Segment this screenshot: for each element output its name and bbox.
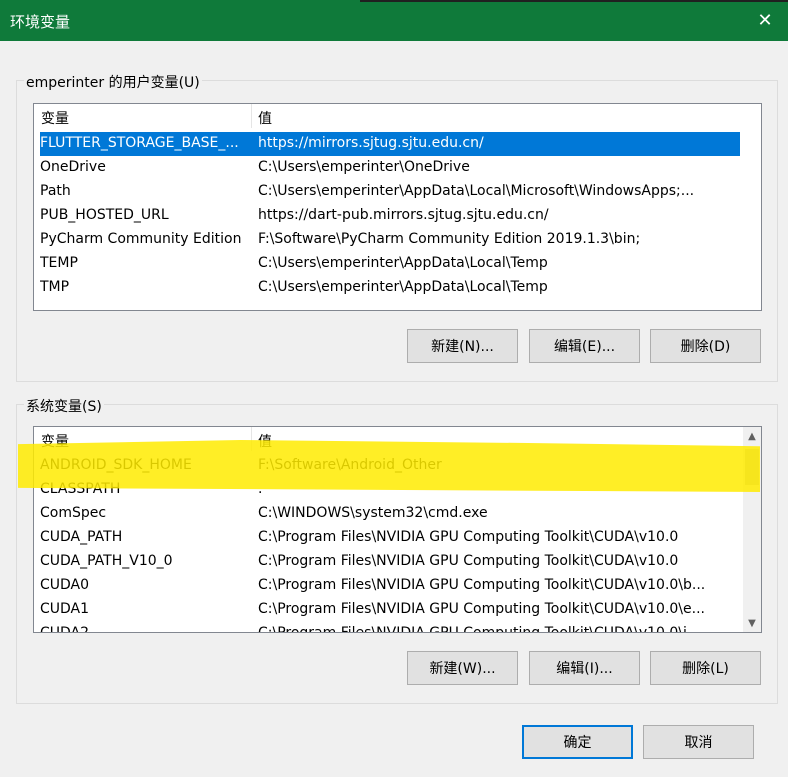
var-value: . [258,481,263,497]
var-value: C:\Program Files\NVIDIA GPU Computing To… [258,601,705,617]
var-value: C:\Program Files\NVIDIA GPU Computing To… [258,577,706,593]
var-value: C:\Program Files\NVIDIA GPU Computing To… [258,625,701,633]
var-name: OneDrive [40,159,106,175]
system-delete-button[interactable]: 删除(L) [650,651,761,685]
var-name: FLUTTER_STORAGE_BASE_... [40,135,239,151]
title-bar: 环境变量 ✕ [0,0,788,41]
user-vars-header: 变量 值 [34,104,761,128]
system-vars-list[interactable]: 变量 值 ANDROID_SDK_HOME F:\Software\Androi… [33,426,762,633]
var-value: F:\Software\Android_Other [258,457,442,473]
system-vars-scrollbar[interactable]: ▲ ▼ [743,427,761,632]
table-row[interactable]: ANDROID_SDK_HOME F:\Software\Android_Oth… [40,454,740,478]
var-name: Path [40,183,71,199]
var-name: TMP [40,279,70,295]
table-row[interactable]: CLASSPATH . [40,478,740,502]
column-separator[interactable] [251,427,252,451]
var-value: F:\Software\PyCharm Community Edition 20… [258,231,641,247]
var-value: C:\Program Files\NVIDIA GPU Computing To… [258,553,679,569]
var-value: https://mirrors.sjtug.sjtu.edu.cn/ [258,135,484,151]
var-value: C:\Program Files\NVIDIA GPU Computing To… [258,529,679,545]
var-name: PyCharm Community Edition [40,231,242,247]
var-value: C:\Users\emperinter\AppData\Local\Micros… [258,183,695,199]
user-delete-button[interactable]: 删除(D) [650,329,761,363]
column-separator[interactable] [251,104,252,128]
var-name: CUDA_PATH [40,529,123,545]
var-value: C:\Users\emperinter\AppData\Local\Temp [258,255,548,271]
table-row[interactable]: FLUTTER_STORAGE_BASE_... https://mirrors… [40,132,740,156]
var-name: CUDA2 [40,625,90,633]
scroll-up-icon[interactable]: ▲ [743,427,761,445]
table-row[interactable]: CUDA_PATH C:\Program Files\NVIDIA GPU Co… [40,526,740,550]
user-vars-list[interactable]: 变量 值 FLUTTER_STORAGE_BASE_... https://mi… [33,103,762,311]
cancel-button[interactable]: 取消 [643,725,754,759]
var-name: CLASSPATH [40,481,121,497]
column-header-name[interactable]: 变量 [41,108,69,128]
var-value: C:\Users\emperinter\OneDrive [258,159,470,175]
var-value: C:\Users\emperinter\AppData\Local\Temp [258,279,548,295]
user-vars-label: emperinter 的用户变量(U) [24,72,202,92]
table-row[interactable]: ComSpec C:\WINDOWS\system32\cmd.exe [40,502,740,526]
table-row[interactable]: CUDA1 C:\Program Files\NVIDIA GPU Comput… [40,598,740,622]
column-header-value[interactable]: 值 [258,108,272,128]
system-new-button[interactable]: 新建(W)... [407,651,518,685]
var-name: ANDROID_SDK_HOME [40,457,192,473]
var-name: PUB_HOSTED_URL [40,207,169,223]
window-title: 环境变量 [10,13,71,31]
var-name: ComSpec [40,505,107,521]
system-vars-label: 系统变量(S) [24,396,104,416]
system-vars-header: 变量 值 [34,427,761,451]
scroll-thumb[interactable] [745,449,759,485]
var-value: https://dart-pub.mirrors.sjtug.sjtu.edu.… [258,207,549,223]
var-name: CUDA0 [40,577,90,593]
user-new-button[interactable]: 新建(N)... [407,329,518,363]
close-button[interactable]: ✕ [742,0,788,41]
var-name: TEMP [40,255,78,271]
ok-button[interactable]: 确定 [522,725,633,759]
background-strip [360,0,788,2]
table-row[interactable]: OneDrive C:\Users\emperinter\OneDrive [40,156,740,180]
table-row[interactable]: PyCharm Community Edition F:\Software\Py… [40,228,740,252]
table-row[interactable]: TMP C:\Users\emperinter\AppData\Local\Te… [40,276,740,300]
table-row[interactable]: CUDA2 C:\Program Files\NVIDIA GPU Comput… [40,622,740,633]
table-row[interactable]: CUDA_PATH_V10_0 C:\Program Files\NVIDIA … [40,550,740,574]
table-row[interactable]: PUB_HOSTED_URL https://dart-pub.mirrors.… [40,204,740,228]
column-header-value[interactable]: 值 [258,431,272,451]
var-name: CUDA1 [40,601,90,617]
column-header-name[interactable]: 变量 [41,431,69,451]
var-name: CUDA_PATH_V10_0 [40,553,173,569]
close-icon: ✕ [757,10,773,31]
var-value: C:\WINDOWS\system32\cmd.exe [258,505,488,521]
table-row[interactable]: Path C:\Users\emperinter\AppData\Local\M… [40,180,740,204]
system-edit-button[interactable]: 编辑(I)... [529,651,640,685]
scroll-down-icon[interactable]: ▼ [743,614,761,632]
user-edit-button[interactable]: 编辑(E)... [529,329,640,363]
table-row[interactable]: CUDA0 C:\Program Files\NVIDIA GPU Comput… [40,574,740,598]
table-row[interactable]: TEMP C:\Users\emperinter\AppData\Local\T… [40,252,740,276]
